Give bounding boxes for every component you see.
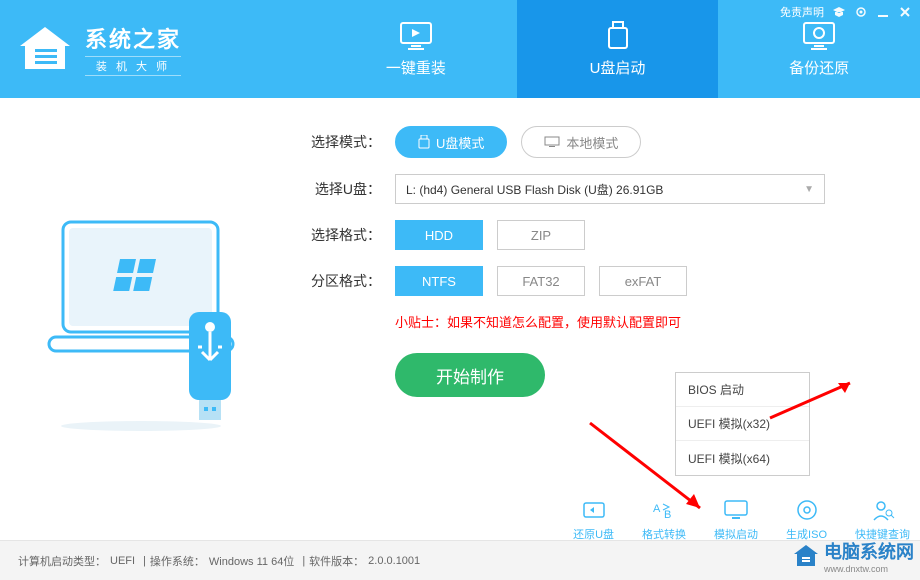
- udisk-row: 选择U盘： L: (hd4) General USB Flash Disk (U…: [300, 174, 892, 204]
- titlebar-controls: 免责声明: [780, 4, 912, 20]
- mode-row: 选择模式： U盘模式 本地模式: [300, 126, 892, 158]
- config-panel: 选择模式： U盘模式 本地模式 选择U盘： L: (hd4) General U…: [300, 98, 920, 540]
- bottom-toolbar: 还原U盘 AB 格式转换 模拟启动 生成ISO 快捷键查询: [573, 498, 910, 542]
- partition-row: 分区格式： NTFS FAT32 exFAT: [300, 266, 892, 296]
- graduation-icon[interactable]: [832, 5, 846, 19]
- mode-label: 选择模式：: [300, 132, 395, 152]
- format-convert-button[interactable]: AB 格式转换: [642, 498, 686, 542]
- laptop-usb-illustration: [45, 207, 255, 432]
- exfat-button[interactable]: exFAT: [599, 266, 687, 296]
- tip-text: 小贴士：如果不知道怎么配置，使用默认配置即可: [395, 312, 892, 331]
- convert-icon: AB: [651, 498, 677, 522]
- zip-button[interactable]: ZIP: [497, 220, 585, 250]
- logo-subtitle: 装 机 大 师: [85, 56, 181, 76]
- body: 选择模式： U盘模式 本地模式 选择U盘： L: (hd4) General U…: [0, 98, 920, 540]
- person-search-icon: [870, 498, 896, 522]
- usb-icon: [418, 135, 430, 149]
- monitor-play-icon: [723, 498, 749, 522]
- disc-icon: [794, 498, 820, 522]
- header: 系统之家 装 机 大 师 一键重装 U盘启动 备份还原 免责声明: [0, 0, 920, 98]
- start-button[interactable]: 开始制作: [395, 353, 545, 397]
- monitor-refresh-icon: [398, 21, 434, 51]
- logo-area: 系统之家 装 机 大 师: [0, 0, 315, 98]
- house-logo-icon: [15, 24, 75, 74]
- udisk-select[interactable]: L: (hd4) General USB Flash Disk (U盘) 26.…: [395, 174, 825, 204]
- close-icon[interactable]: [898, 5, 912, 19]
- gear-icon[interactable]: [854, 5, 868, 19]
- watermark: 电脑系统网 www.dnxtw.com: [792, 538, 914, 574]
- tab-reinstall[interactable]: 一键重装: [315, 0, 517, 98]
- partition-label: 分区格式：: [300, 271, 395, 291]
- restore-usb-button[interactable]: 还原U盘: [573, 498, 614, 542]
- chevron-down-icon: ▼: [804, 184, 814, 195]
- format-row: 选择格式： HDD ZIP: [300, 220, 892, 250]
- usb-mode-pill[interactable]: U盘模式: [395, 126, 507, 158]
- udisk-label: 选择U盘：: [300, 179, 395, 199]
- illustration-panel: [0, 98, 300, 540]
- statusbar: 计算机启动类型：UEFI | 操作系统：Windows 11 64位 | 软件版…: [0, 540, 920, 580]
- disclaimer-link[interactable]: 免责声明: [780, 4, 824, 20]
- ntfs-button[interactable]: NTFS: [395, 266, 483, 296]
- monitor-icon: [544, 136, 560, 148]
- generate-iso-button[interactable]: 生成ISO: [786, 498, 827, 542]
- svg-text:A: A: [653, 503, 661, 515]
- restore-icon: [581, 498, 607, 522]
- minimize-icon[interactable]: [876, 5, 890, 19]
- fat32-button[interactable]: FAT32: [497, 266, 585, 296]
- hdd-button[interactable]: HDD: [395, 220, 483, 250]
- format-label: 选择格式：: [300, 225, 395, 245]
- uefi-x32-item[interactable]: UEFI 模拟(x32): [676, 407, 809, 441]
- boot-menu-popup: BIOS 启动 UEFI 模拟(x32) UEFI 模拟(x64): [675, 372, 810, 476]
- bios-boot-item[interactable]: BIOS 启动: [676, 373, 809, 407]
- local-mode-pill[interactable]: 本地模式: [521, 126, 641, 158]
- uefi-x64-item[interactable]: UEFI 模拟(x64): [676, 441, 809, 475]
- watermark-icon: [792, 543, 820, 569]
- svg-text:B: B: [664, 509, 671, 521]
- usb-drive-icon: [600, 21, 636, 51]
- tab-usb-boot[interactable]: U盘启动: [517, 0, 719, 98]
- simulate-boot-button[interactable]: 模拟启动: [714, 498, 758, 542]
- hotkey-query-button[interactable]: 快捷键查询: [855, 498, 910, 542]
- logo-title: 系统之家: [85, 22, 181, 54]
- monitor-restore-icon: [801, 21, 837, 51]
